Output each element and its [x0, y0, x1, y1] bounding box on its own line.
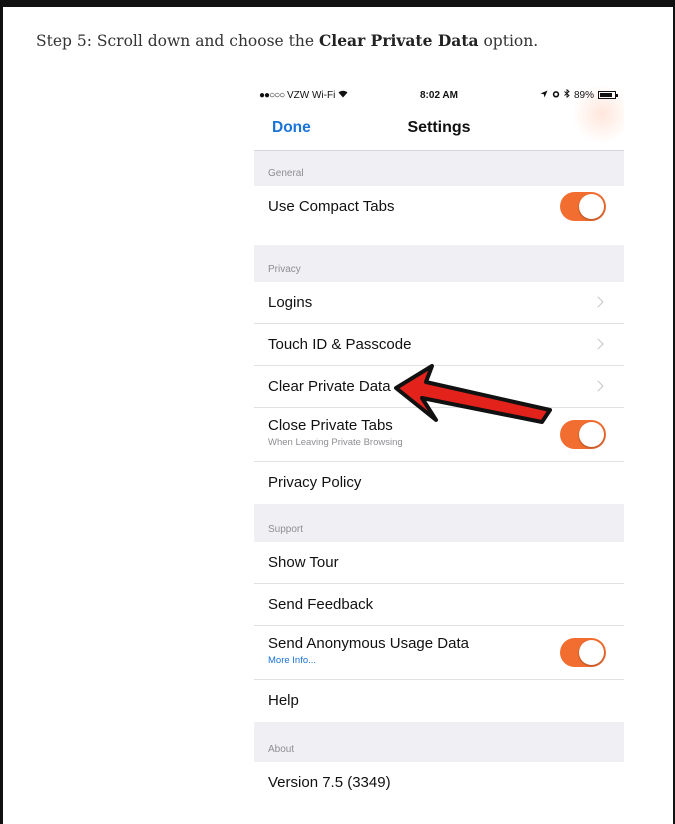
row-label: Touch ID & Passcode — [268, 336, 412, 353]
alarm-icon — [552, 90, 560, 101]
bluetooth-icon — [564, 88, 570, 101]
status-right: 89% — [540, 88, 618, 101]
section-header-label: About — [268, 744, 295, 755]
battery-percent: 89% — [573, 89, 594, 101]
instruction-suffix: option. — [478, 32, 539, 50]
page-title: Settings — [407, 119, 471, 136]
chevron-right-icon — [592, 380, 604, 392]
chevron-right-icon — [592, 338, 604, 350]
location-arrow-icon — [540, 90, 548, 101]
instruction-prefix: Step 5: Scroll down and choose the — [36, 32, 319, 50]
section-header-label: General — [268, 168, 304, 179]
row-label: Use Compact Tabs — [268, 198, 395, 215]
section-header-label: Support — [268, 524, 304, 535]
row-send-feedback[interactable]: Send Feedback — [254, 584, 624, 626]
row-touch-id-passcode[interactable]: Touch ID & Passcode — [254, 324, 624, 366]
instruction-bold-option: Clear Private Data — [318, 31, 479, 50]
send-anonymous-usage-toggle[interactable] — [560, 638, 606, 667]
row-help[interactable]: Help — [254, 680, 624, 722]
toggle-knob — [579, 194, 604, 219]
section-header-general: General — [254, 151, 624, 186]
row-label: Privacy Policy — [268, 474, 362, 491]
version-label: Version 7.5 (3349) — [268, 774, 391, 791]
toggle-knob — [579, 422, 604, 447]
toggle-knob — [579, 640, 604, 665]
section-header-label: Privacy — [268, 264, 301, 275]
row-logins[interactable]: Logins — [254, 282, 624, 324]
settings-list: General Use Compact Tabs Privacy Logins … — [254, 151, 624, 804]
status-bar: ●●○○○ VZW Wi-Fi 8:02 AM 89% — [254, 84, 624, 106]
section-header-about: About — [254, 722, 624, 762]
row-label: Help — [268, 692, 299, 709]
section-header-support: Support — [254, 504, 624, 542]
row-subtitle: When Leaving Private Browsing — [268, 437, 403, 448]
row-use-compact-tabs[interactable]: Use Compact Tabs — [254, 186, 624, 228]
row-show-tour[interactable]: Show Tour — [254, 542, 624, 584]
row-privacy-policy[interactable]: Privacy Policy — [254, 462, 624, 504]
row-label: Send Anonymous Usage Data — [268, 635, 469, 652]
use-compact-tabs-toggle[interactable] — [560, 192, 606, 221]
row-version: Version 7.5 (3349) — [254, 762, 624, 804]
more-info-link[interactable]: More Info... — [268, 655, 316, 666]
close-private-tabs-toggle[interactable] — [560, 420, 606, 449]
phone-screenshot: ●●○○○ VZW Wi-Fi 8:02 AM 89% Done Setting… — [254, 84, 624, 824]
chevron-right-icon — [592, 296, 604, 308]
row-label: Send Feedback — [268, 596, 374, 613]
step-instruction: Step 5: Scroll down and choose the Clear… — [36, 31, 538, 50]
red-arrow-icon — [394, 364, 552, 424]
row-label: Logins — [268, 294, 313, 311]
row-label: Clear Private Data — [268, 378, 391, 395]
row-send-anonymous-usage-data[interactable]: Send Anonymous Usage Data More Info... — [254, 626, 624, 680]
battery-icon — [598, 91, 618, 99]
battery-fill — [600, 93, 613, 97]
row-label: Close Private Tabs — [268, 417, 393, 434]
section-header-privacy: Privacy — [254, 245, 624, 282]
row-label: Show Tour — [268, 554, 339, 571]
navigation-bar: Done Settings — [254, 106, 624, 151]
